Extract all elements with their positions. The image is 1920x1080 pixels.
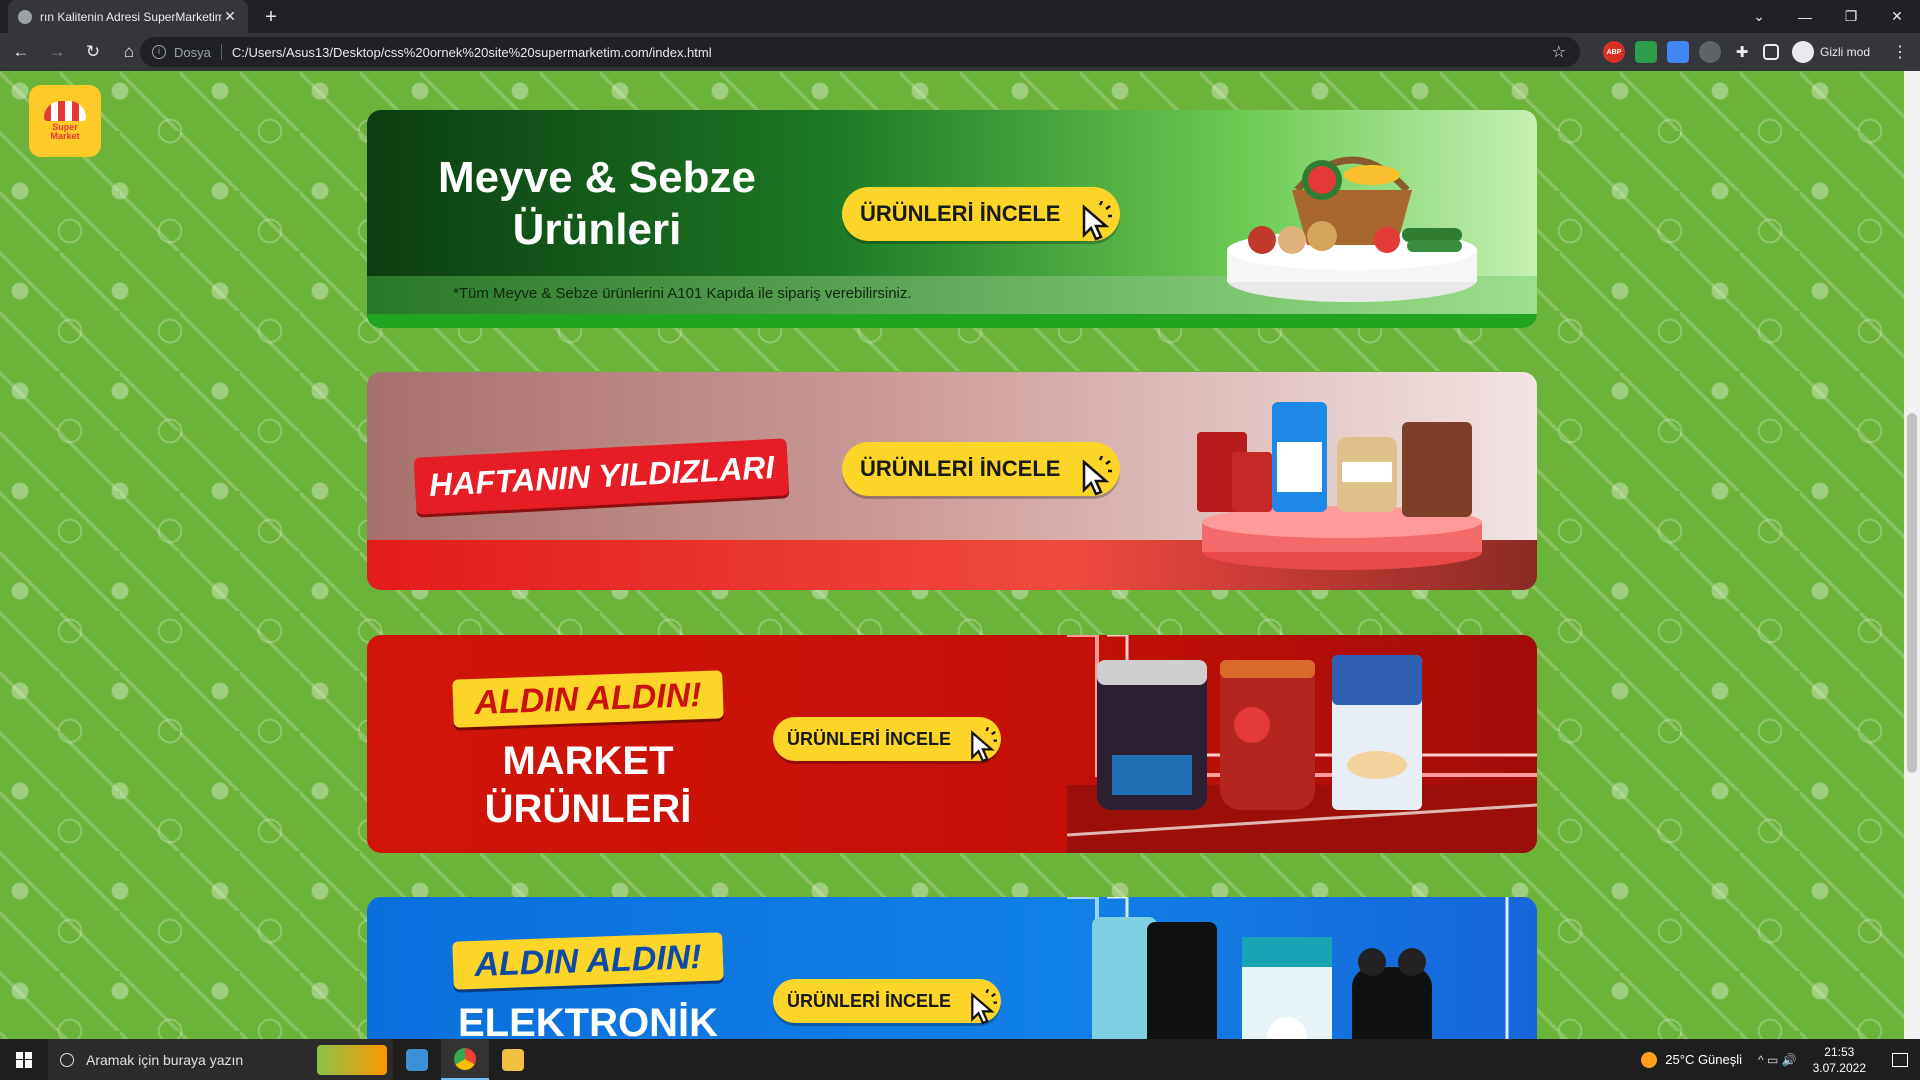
- search-icon: [60, 1052, 74, 1067]
- site-logo[interactable]: Super Market: [29, 85, 101, 157]
- chrome-icon: [454, 1047, 476, 1070]
- translate-icon[interactable]: [1667, 41, 1689, 63]
- banner-electronics[interactable]: ALDIN ALDIN! ELEKTRONİK ÜRÜNLERİ İNCELE: [367, 897, 1537, 1039]
- browser-menu-icon[interactable]: ⋮: [1892, 42, 1908, 62]
- clock-time: 21:53: [1824, 1044, 1855, 1059]
- back-icon[interactable]: ←: [6, 37, 36, 67]
- logo-lettering: Super Market: [50, 122, 80, 141]
- browser-toolbar: ← → ↻ ⌂ i Dosya C:/Users/Asus13/Desktop/…: [0, 33, 1920, 71]
- close-window-icon[interactable]: ✕: [1874, 0, 1920, 33]
- market-products-illustration: [1097, 655, 1422, 810]
- address-bar[interactable]: i Dosya C:/Users/Asus13/Desktop/css%20or…: [140, 37, 1580, 67]
- window-controls: ⌄ — ❐ ✕: [1736, 0, 1920, 33]
- electronics-products-illustration: [1092, 917, 1432, 1039]
- windows-taskbar: Aramak için buraya yazın 25°C Güneşli ^ …: [0, 1039, 1920, 1080]
- weather-sun-icon: [1641, 1051, 1658, 1068]
- awning-icon: [44, 101, 86, 121]
- adblock-icon[interactable]: ABP: [1603, 41, 1625, 63]
- url-text[interactable]: C:/Users/Asus13/Desktop/css%20ornek%20si…: [232, 45, 712, 60]
- search-placeholder: Aramak için buraya yazın: [86, 1051, 244, 1068]
- button-label: ÜRÜNLERİ İNCELE: [860, 456, 1061, 481]
- cursor-icon: [1083, 201, 1113, 241]
- button-label: ÜRÜNLERİ İNCELE: [787, 728, 952, 749]
- view-products-button[interactable]: ÜRÜNLERİ İNCELE: [773, 717, 1002, 763]
- scrollbar-thumb[interactable]: [1907, 413, 1917, 773]
- page-scrollbar[interactable]: [1904, 71, 1920, 1039]
- info-icon[interactable]: i: [152, 45, 166, 59]
- restore-icon[interactable]: ❐: [1828, 0, 1874, 33]
- view-products-button[interactable]: ÜRÜNLERİ İNCELE: [773, 979, 1002, 1025]
- tab-close-icon[interactable]: ✕: [222, 8, 238, 25]
- fruit-basket-illustration: [1227, 156, 1477, 302]
- bookmark-star-icon[interactable]: ☆: [1552, 42, 1566, 62]
- cursor-icon: [1083, 456, 1113, 496]
- globe-icon: [18, 9, 32, 24]
- omnibox-divider: [220, 44, 222, 60]
- person-icon[interactable]: [1699, 41, 1721, 63]
- shield-icon[interactable]: [1635, 41, 1657, 63]
- search-highlight-image: [317, 1045, 387, 1075]
- sidebar-icon[interactable]: [1763, 44, 1779, 60]
- banner-fruits-vegetables[interactable]: Meyve & Sebze Ürünleri *Tüm Meyve & Sebz…: [367, 110, 1537, 328]
- button-label: ÜRÜNLERİ İNCELE: [860, 201, 1061, 226]
- banner-tag: HAFTANIN YILDIZLARI: [413, 438, 790, 515]
- browser-tab[interactable]: rın Kalitenin Adresi SuperMarketim ✕: [8, 0, 248, 33]
- minimize-icon[interactable]: —: [1782, 0, 1828, 33]
- banner-tag: ALDIN ALDIN!: [452, 670, 724, 728]
- cursor-icon: [971, 727, 998, 763]
- banner-subtitle: ELEKTRONİK: [458, 1001, 718, 1039]
- windows-logo-icon: [16, 1051, 32, 1068]
- banner-title: Meyve & Sebze Ürünleri: [438, 153, 756, 254]
- banner-market-products[interactable]: ALDIN ALDIN! MARKET ÜRÜNLERİ ÜRÜNLERİ İN…: [367, 635, 1537, 853]
- weather-text[interactable]: 25°C Güneşli: [1665, 1052, 1742, 1067]
- view-products-button[interactable]: ÜRÜNLERİ İNCELE: [842, 442, 1121, 496]
- incognito-profile[interactable]: Gizli mod: [1791, 39, 1870, 65]
- extensions-area: ABP ✚: [1598, 40, 1784, 64]
- system-tray: 25°C Güneşli ^ ▭ 🔊 21:53 3.07.2022: [1641, 1039, 1920, 1080]
- taskbar-app-explorer[interactable]: [489, 1039, 537, 1080]
- tab-search-icon[interactable]: ⌄: [1736, 0, 1782, 33]
- taskbar-app-visualstudio[interactable]: [393, 1039, 441, 1080]
- start-button[interactable]: [0, 1039, 48, 1080]
- view-products-button[interactable]: ÜRÜNLERİ İNCELE: [842, 187, 1121, 241]
- new-tab-button[interactable]: +: [258, 4, 284, 30]
- banner-bottom-line: [367, 314, 1537, 328]
- clock-date: 3.07.2022: [1812, 1060, 1866, 1075]
- button-label: ÜRÜNLERİ İNCELE: [787, 990, 952, 1011]
- forward-icon[interactable]: →: [42, 37, 72, 67]
- banner-weekly-stars[interactable]: HAFTANIN YILDIZLARI ÜRÜNLERİ İNCELE: [367, 372, 1537, 590]
- banner-note: *Tüm Meyve & Sebze ürünlerini A101 Kapıd…: [453, 285, 912, 302]
- folder-icon: [502, 1048, 524, 1071]
- cursor-icon: [971, 989, 998, 1025]
- puzzle-icon[interactable]: ✚: [1731, 41, 1753, 63]
- weekly-products-illustration: [1197, 402, 1482, 570]
- tray-icons[interactable]: ^ ▭ 🔊: [1758, 1053, 1797, 1067]
- browser-tab-bar: rın Kalitenin Adresi SuperMarketim ✕ + ⌄…: [0, 0, 1920, 33]
- page-viewport: Super Market Meyve & Sebze Ürünleri *Tüm …: [0, 71, 1904, 1039]
- banner-subtitle: MARKET ÜRÜNLERİ: [484, 739, 692, 831]
- profile-label: Gizli mod: [1819, 45, 1870, 59]
- incognito-icon: [1791, 41, 1814, 63]
- scheme-label: Dosya: [174, 44, 211, 60]
- app-icon: [406, 1048, 428, 1071]
- taskbar-search[interactable]: Aramak için buraya yazın: [48, 1039, 393, 1080]
- reload-icon[interactable]: ↻: [78, 37, 108, 67]
- taskbar-app-chrome[interactable]: [441, 1039, 489, 1080]
- banner-tag: ALDIN ALDIN!: [452, 932, 724, 990]
- clock[interactable]: 21:53 3.07.2022: [1813, 1044, 1866, 1076]
- tab-title: rın Kalitenin Adresi SuperMarketim: [40, 9, 222, 24]
- notification-icon[interactable]: [1880, 1052, 1920, 1067]
